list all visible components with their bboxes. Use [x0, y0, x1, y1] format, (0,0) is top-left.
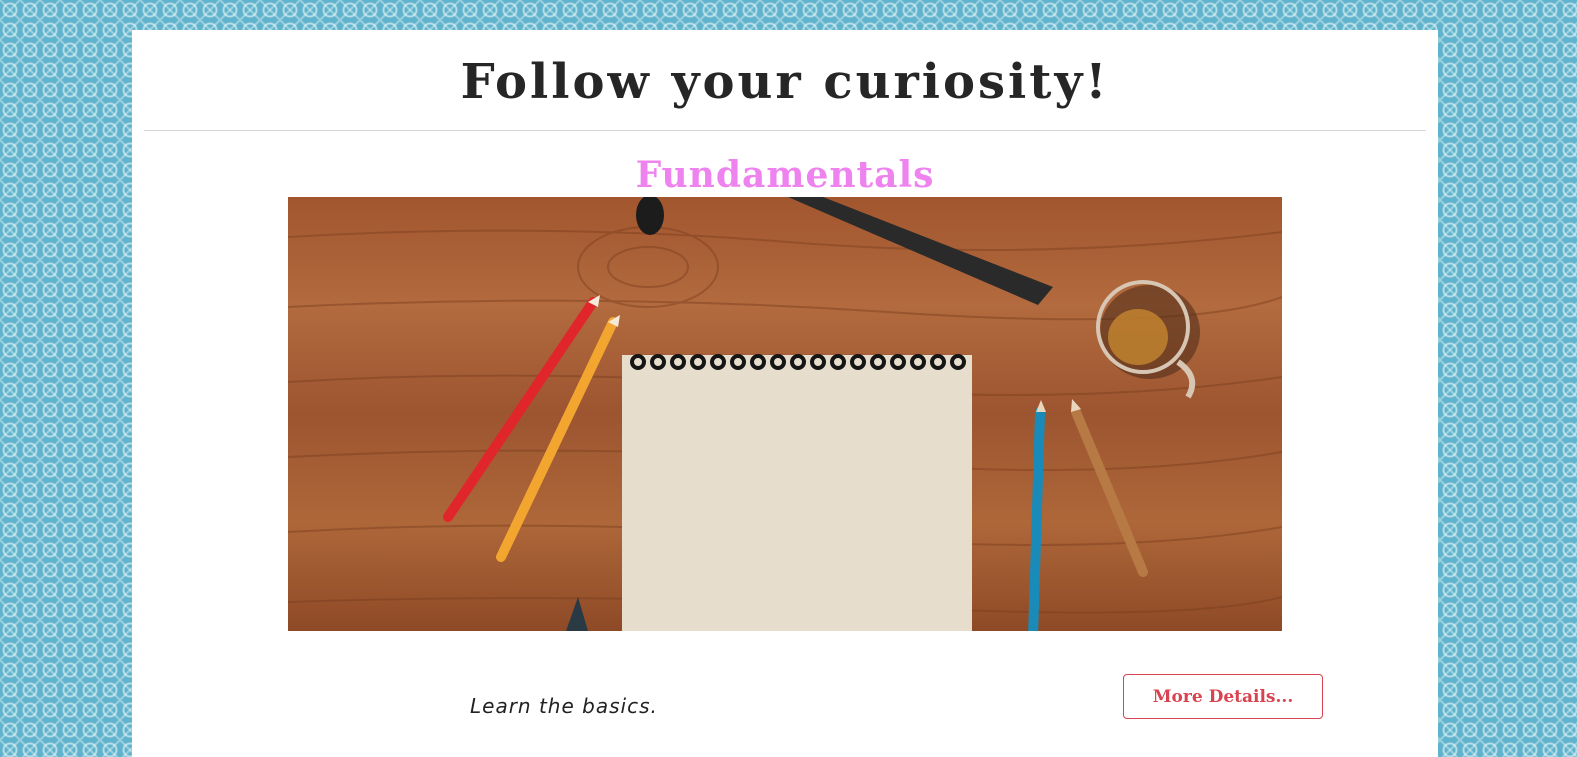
glass-cup: [1096, 280, 1200, 399]
more-details-button[interactable]: More Details...: [1123, 674, 1323, 719]
hero-image: [288, 197, 1282, 631]
content-card: Follow your curiosity! Fundamentals Lear…: [132, 30, 1438, 757]
page-title: Follow your curiosity!: [460, 54, 1110, 110]
ruler: [788, 197, 1053, 305]
section-title: Fundamentals: [635, 154, 935, 196]
binder-clip: [636, 197, 664, 235]
sketchbook: [622, 354, 972, 631]
section-tagline: Learn the basics.: [470, 694, 658, 718]
pen: [566, 597, 588, 631]
blue-pencil: [1028, 400, 1046, 631]
brown-pencil: [1071, 399, 1148, 577]
page-header: Follow your curiosity!: [144, 30, 1426, 131]
desk-illustration: [288, 197, 1282, 631]
